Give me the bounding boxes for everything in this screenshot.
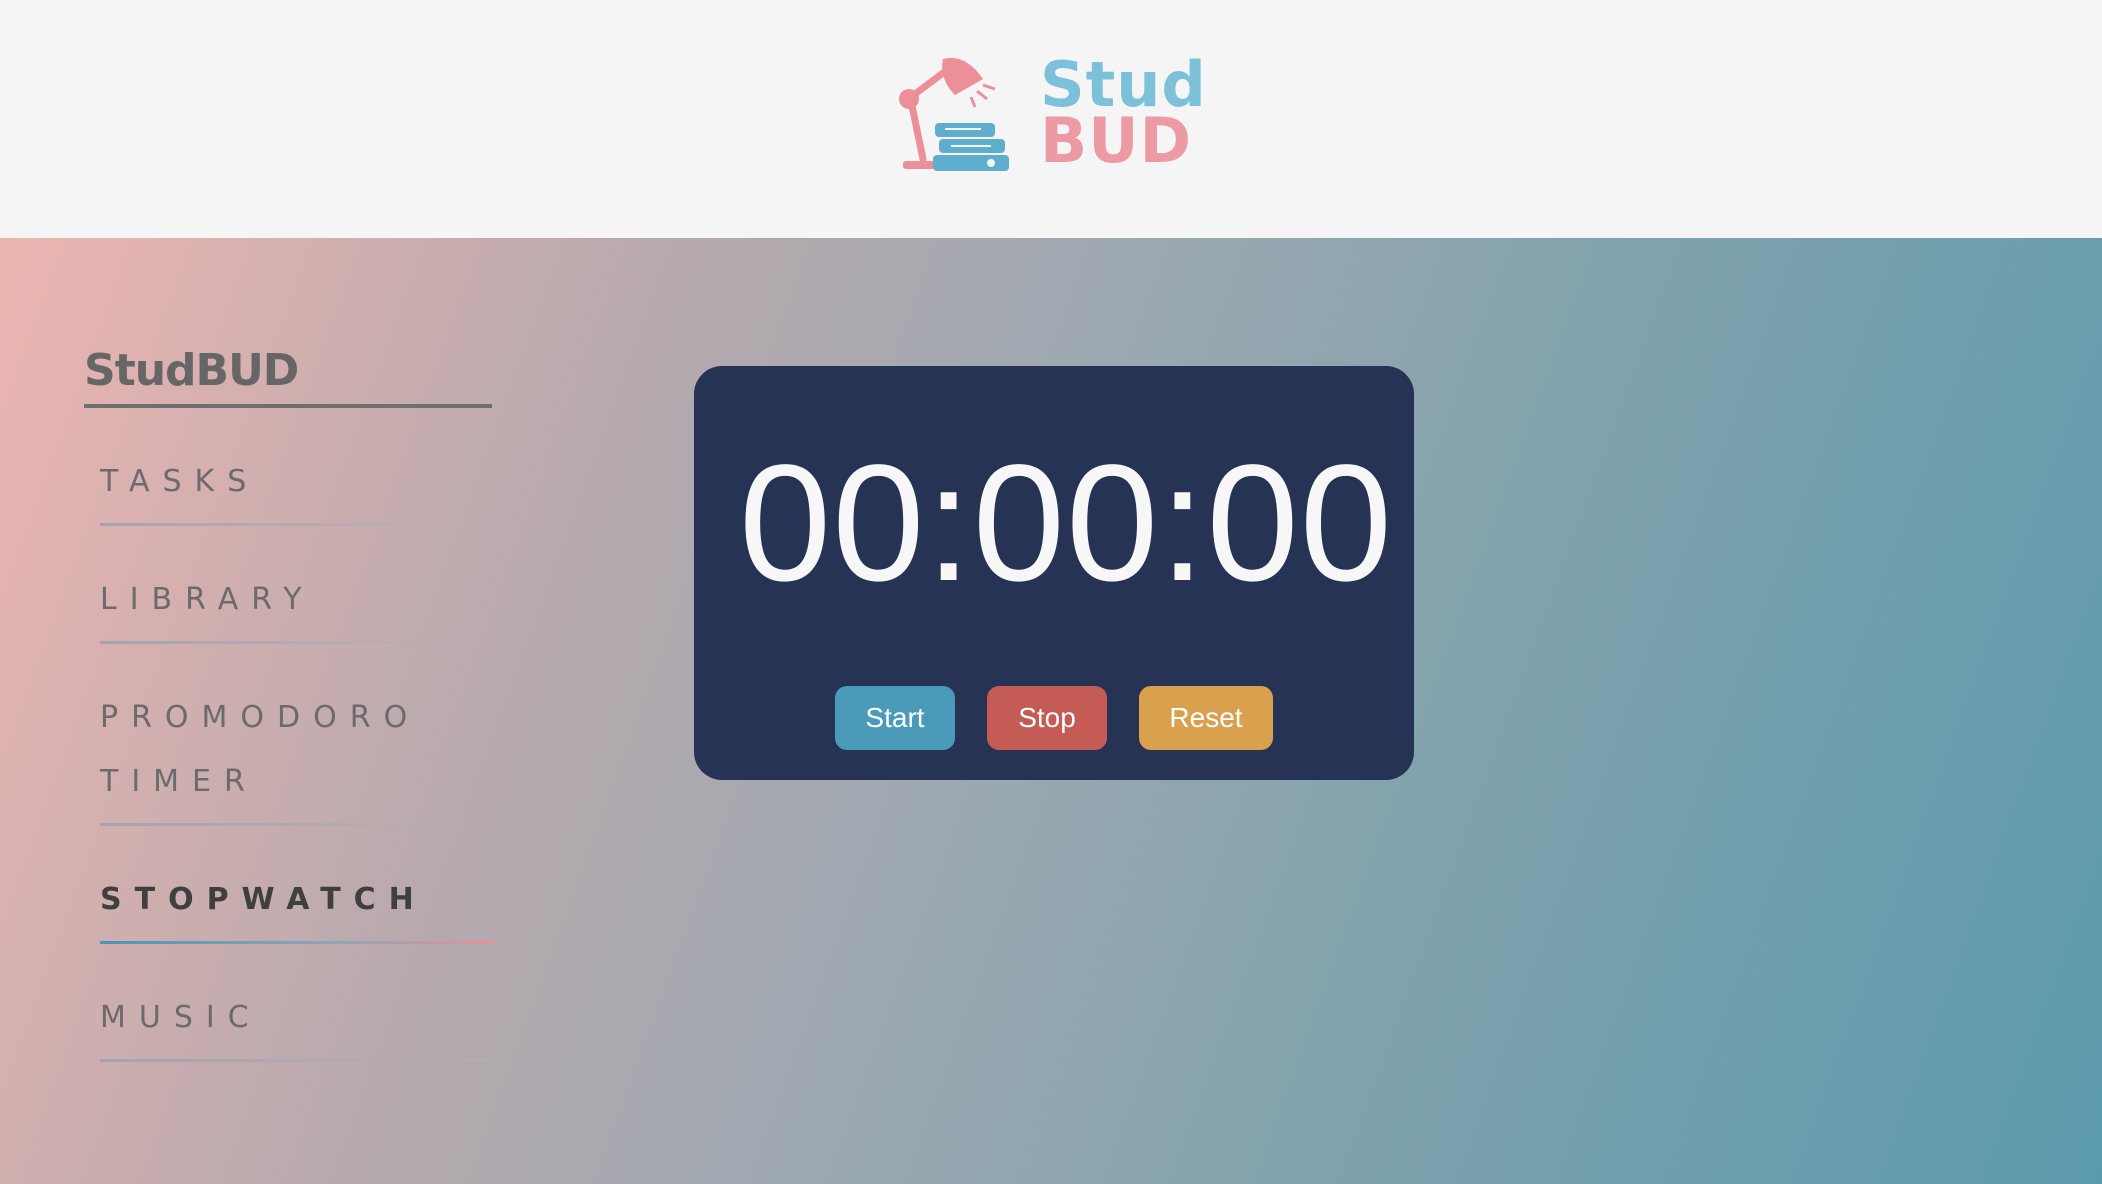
logo-text-bud: BUD [1040, 104, 1193, 177]
sidebar-item-label-line2: TIMER [100, 764, 258, 799]
sidebar-item-label: PROMODORO [100, 700, 421, 735]
header: Stud BUD [0, 0, 2102, 238]
sidebar-item-music[interactable]: MUSIC [100, 944, 494, 1062]
sidebar: StudBUD TASKS LIBRARY PROMODORO TIMER ST… [84, 345, 494, 1062]
start-button[interactable]: Start [835, 686, 955, 750]
desk-lamp-books-icon [899, 57, 1009, 171]
stopwatch-panel: 00:00:00 Start Stop Reset [694, 366, 1414, 780]
stop-button[interactable]: Stop [987, 686, 1107, 750]
sidebar-item-stopwatch[interactable]: STOPWATCH [100, 826, 494, 944]
sidebar-item-tasks[interactable]: TASKS [100, 408, 494, 526]
sidebar-item-library[interactable]: LIBRARY [100, 526, 494, 644]
sidebar-item-label: TASKS [100, 464, 260, 499]
sidebar-brand: StudBUD [84, 345, 492, 408]
reset-button[interactable]: Reset [1139, 686, 1273, 750]
sidebar-item-label: STOPWATCH [100, 882, 427, 917]
sidebar-item-label: LIBRARY [100, 582, 315, 617]
sidebar-item-label: MUSIC [100, 1000, 262, 1035]
stopwatch-controls: Start Stop Reset [694, 686, 1414, 750]
logo-text: Stud BUD [1040, 54, 1207, 177]
sidebar-nav: TASKS LIBRARY PROMODORO TIMER STOPWATCH … [84, 408, 494, 1062]
main-area: StudBUD TASKS LIBRARY PROMODORO TIMER ST… [0, 238, 2102, 1184]
stopwatch-time-display: 00:00:00 [738, 431, 1394, 616]
sidebar-item-promodoro-timer[interactable]: PROMODORO TIMER [100, 644, 494, 826]
logo[interactable]: Stud BUD [895, 54, 1215, 177]
